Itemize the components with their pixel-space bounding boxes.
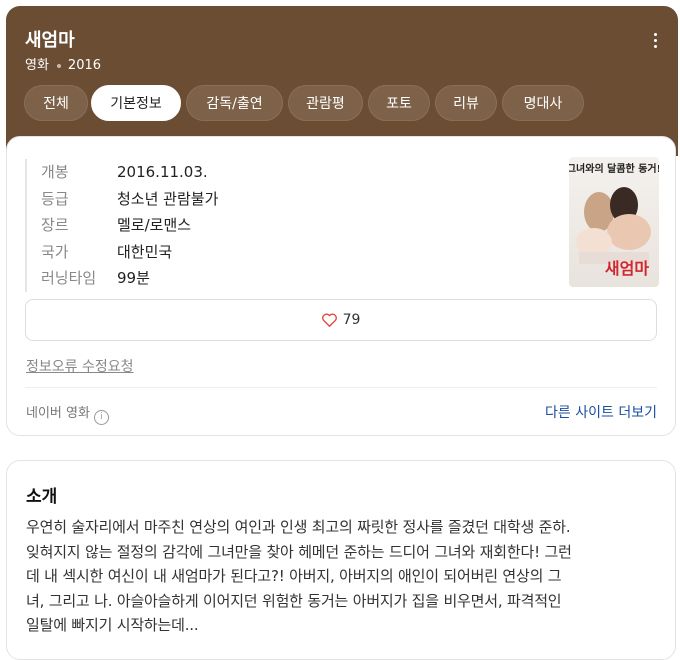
info-row-runtime: 러닝타임 99분 — [41, 265, 218, 292]
separator-dot — [56, 63, 61, 68]
intro-line: 데 내 섹시한 여신이 내 새엄마가 된다고?! 아버지, 아버지의 애인이 되… — [26, 567, 562, 585]
more-options-icon[interactable] — [650, 33, 660, 53]
info-value: 청소년 관람불가 — [117, 189, 219, 208]
source-name: 네이버 영화 — [26, 406, 90, 421]
info-value: 99분 — [117, 269, 150, 287]
movie-year: 2016 — [67, 58, 102, 73]
info-row-genre: 장르 멜로/로맨스 — [41, 212, 218, 239]
info-icon[interactable]: i — [93, 410, 109, 425]
like-button[interactable]: 79 — [25, 299, 657, 341]
info-key: 개봉 — [41, 163, 69, 181]
movie-category: 영화 — [25, 58, 49, 73]
poster-title: 새엄마 — [605, 259, 649, 278]
tab-reviews[interactable]: 리뷰 — [435, 85, 497, 121]
tab-director-cast[interactable]: 감독/출연 — [186, 85, 283, 121]
intro-description: 우연히 술자리에서 마주친 연상의 여인과 인생 최고의 짜릿한 정사를 즐겼던… — [26, 515, 662, 638]
other-sites-link[interactable]: 다른 사이트 더보기 — [545, 402, 657, 422]
intro-title: 소개 — [26, 487, 58, 507]
movie-header: 새엄마 영화 2016 전체 기본정보 감독/출연 관람평 포토 리뷰 명대사 — [6, 6, 678, 156]
info-value: 2016.11.03. — [117, 163, 208, 181]
info-key: 장르 — [41, 216, 69, 234]
intro-line: 잊혀지지 않는 절정의 감각에 그녀만을 찾아 헤메던 준하는 드디어 그녀와 … — [26, 542, 572, 561]
divider — [25, 387, 657, 388]
intro-line: 우연히 술자리에서 마주친 연상의 여인과 인생 최고의 짜릿한 정사를 즐겼던… — [26, 518, 571, 536]
info-value: 대한민국 — [117, 242, 173, 261]
info-value: 멜로/로맨스 — [117, 216, 192, 234]
tab-basic-info[interactable]: 기본정보 — [91, 85, 181, 121]
info-row-country: 국가 대한민국 — [41, 239, 218, 266]
intro-line: 녀, 그리고 나. 아슬아슬하게 이어지던 위험한 동거는 아버지가 집을 비우… — [26, 591, 562, 610]
heart-icon — [321, 313, 337, 327]
report-error-link[interactable]: 정보오류 수정요청 — [26, 356, 134, 376]
info-row-rating: 등급 청소년 관람불가 — [41, 186, 218, 213]
intro-line: 일탈에 빠지기 시작하는데... — [26, 616, 199, 634]
info-key: 국가 — [41, 242, 69, 261]
info-key: 러닝타임 — [41, 269, 97, 287]
movie-poster[interactable]: 그녀와의 달콤한 동거! 새엄마 — [569, 157, 659, 287]
tab-photos[interactable]: 포토 — [368, 85, 430, 121]
poster-tagline: 그녀와의 달콤한 동거! — [569, 162, 659, 175]
movie-subtitle: 영화 2016 — [25, 54, 101, 73]
intro-card: 소개 우연히 술자리에서 마주친 연상의 여인과 인생 최고의 짜릿한 정사를 … — [6, 460, 676, 660]
info-row-release: 개봉 2016.11.03. — [41, 159, 218, 186]
basic-info-card: 개봉 2016.11.03. 등급 청소년 관람불가 장르 멜로/로맨스 국가 대한민국… — [6, 136, 676, 436]
like-count: 79 — [342, 312, 361, 328]
source-label: 네이버 영화 i — [26, 402, 109, 425]
tab-all[interactable]: 전체 — [24, 85, 88, 121]
info-key: 등급 — [41, 189, 69, 208]
info-list: 개봉 2016.11.03. 등급 청소년 관람불가 장르 멜로/로맨스 국가 대한민국… — [25, 159, 218, 292]
movie-title: 새엄마 — [25, 30, 75, 51]
tab-reviews-rating[interactable]: 관람평 — [288, 85, 363, 121]
tab-quotes[interactable]: 명대사 — [502, 85, 584, 121]
